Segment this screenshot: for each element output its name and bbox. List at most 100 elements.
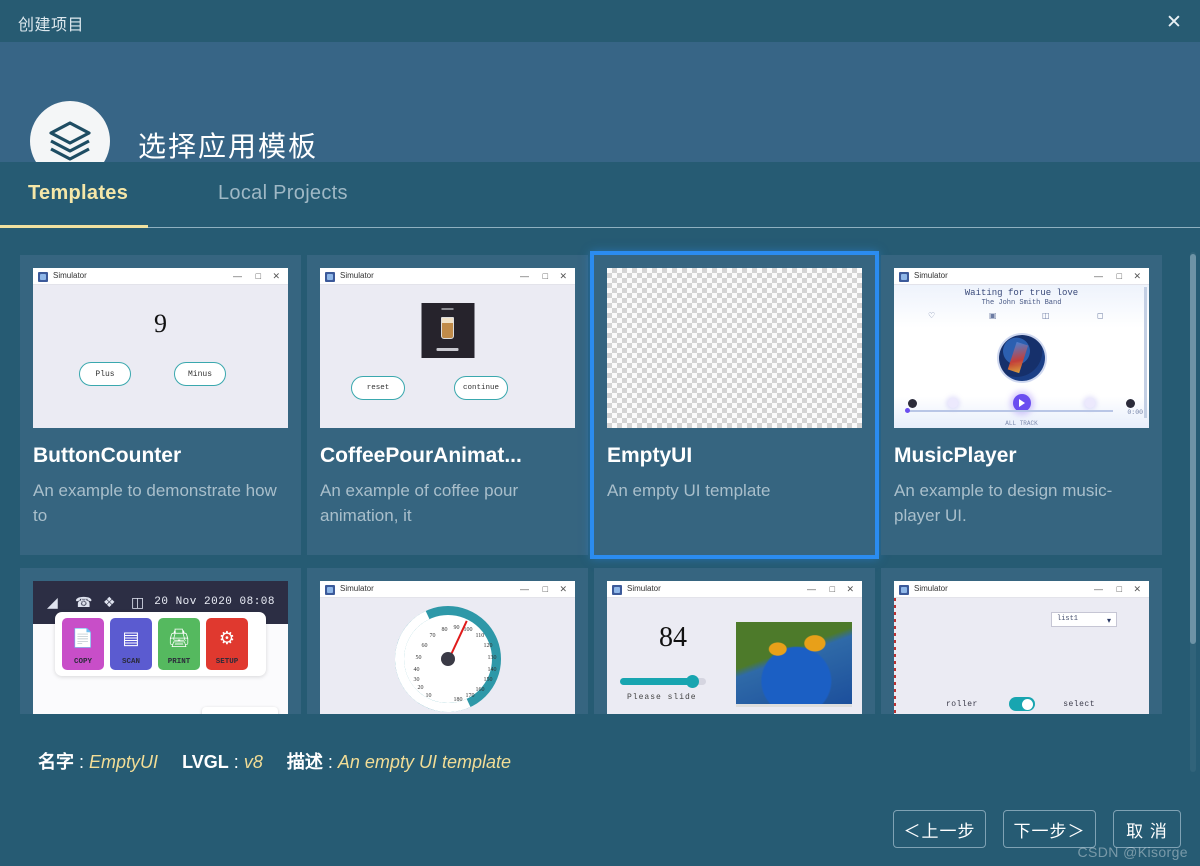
next-step-button[interactable]: 下一步＞ [1003, 810, 1096, 848]
counter-value: 9 [33, 309, 288, 339]
tab-templates[interactable]: Templates [28, 182, 128, 205]
close-icon: ✕ [559, 271, 567, 281]
slider-hint: Please slide [627, 693, 697, 702]
phone-icon: ☎ [75, 594, 92, 611]
template-thumbnail [607, 268, 862, 428]
simulator-app-icon [38, 272, 48, 282]
template-description: An empty UI template [607, 479, 862, 504]
left-edge-artifact [894, 598, 896, 714]
minus-button: Minus [174, 362, 226, 386]
dialog-header: 选择应用模板 [0, 42, 1200, 162]
simulator-app-icon [899, 585, 909, 595]
minimize-icon: — [233, 271, 242, 281]
toggle-switch [1009, 697, 1035, 711]
plus-button: Plus [79, 362, 131, 386]
simulator-title: Simulator [914, 584, 948, 593]
transparency-checkerboard [607, 268, 862, 428]
wifi-icon: ◢ [47, 594, 58, 611]
gauge-screen: 60 70 80 90 100 110 120 130 140 150 [320, 598, 575, 714]
eco-leaf-icon: ❖ [103, 594, 116, 611]
simulator-title-bar: Simulator — □ ✕ [33, 268, 288, 285]
template-card-printer[interactable]: ◢ ☎ ❖ ◫ 20 Nov 2020 08:08 📄 COPY [20, 568, 301, 714]
simulator-title: Simulator [914, 271, 948, 280]
simulator-title-bar: Simulator — □ ✕ [320, 268, 575, 285]
info-name-value: EmptyUI [89, 752, 158, 772]
simulator-body: list1 ▾ roller select [894, 598, 1149, 714]
template-card-slider[interactable]: Simulator — □ ✕ 84 Please slide [594, 568, 875, 714]
template-card-gauge[interactable]: Simulator — □ ✕ 60 70 80 [307, 568, 588, 714]
printer-screen: ◢ ☎ ❖ ◫ 20 Nov 2020 08:08 📄 COPY [33, 581, 288, 714]
music-player-screen: Waiting for true love The John Smith Ban… [894, 285, 1149, 428]
previous-icon [948, 398, 958, 408]
simulator-app-icon [325, 272, 335, 282]
template-thumbnail: Simulator — □ ✕ 84 Please slide [607, 581, 862, 714]
simulator-title-bar: Simulator — □ ✕ [894, 581, 1149, 598]
maximize-icon: □ [1117, 271, 1122, 281]
dropdown-value: list1 [1057, 615, 1078, 623]
info-lvgl-value: v8 [244, 752, 263, 772]
ink-level-box [202, 707, 278, 714]
template-name: CoffeePourAnimat... [320, 444, 575, 468]
minimize-icon: — [520, 271, 529, 281]
template-card-coffeepouranimation[interactable]: Simulator — □ ✕ reset continue [307, 255, 588, 555]
maximize-icon: □ [256, 271, 261, 281]
progress-bar [906, 410, 1113, 412]
simulator-body: Waiting for true love The John Smith Ban… [894, 285, 1149, 428]
simulator-app-icon [325, 585, 335, 595]
dropdown-list: list1 ▾ [1051, 612, 1117, 627]
info-colon: : [234, 752, 239, 772]
close-icon: ✕ [1133, 271, 1141, 281]
next-icon [1085, 398, 1095, 408]
artist-name: The John Smith Band [894, 299, 1149, 307]
scan-label: SCAN [110, 658, 152, 666]
maximize-icon: □ [543, 584, 548, 594]
template-name: EmptyUI [607, 444, 862, 468]
minimize-icon: — [1094, 584, 1103, 594]
slider-knob [686, 675, 699, 688]
slider-track [620, 678, 706, 685]
simulator-title: Simulator [53, 271, 87, 280]
track-label: ALL TRACK [894, 420, 1149, 427]
shuffle-icon [908, 399, 917, 408]
template-card-emptyui[interactable]: EmptyUI An empty UI template [594, 255, 875, 555]
coffee-cup-icon [441, 317, 454, 339]
simulator-app-icon [612, 585, 622, 595]
template-card-roller[interactable]: Simulator — □ ✕ list1 ▾ roller [881, 568, 1162, 714]
coffee-animation-box [421, 303, 474, 358]
lyrics-icon: ◫ [1042, 311, 1050, 320]
previous-step-button[interactable]: ＜上一步 [893, 810, 986, 848]
template-card-musicplayer[interactable]: Simulator — □ ✕ Waiting for true love Th… [881, 255, 1162, 555]
scrollbar-thumb[interactable] [1190, 254, 1196, 644]
template-description: An example to demonstrate how to [33, 479, 288, 528]
printer-function-panel: 📄 COPY ▤ SCAN 🖨 PRINT [55, 612, 266, 676]
gauge-dial: 60 70 80 90 100 110 120 130 140 150 [395, 606, 501, 712]
cancel-button[interactable]: 取 消 [1113, 810, 1181, 848]
printer-icon: 🖨 [158, 628, 200, 649]
template-thumbnail: ◢ ☎ ❖ ◫ 20 Nov 2020 08:08 📄 COPY [33, 581, 288, 714]
template-thumbnail: Simulator — □ ✕ 9 Plus Minus [33, 268, 288, 428]
simulator-app-icon [899, 272, 909, 282]
simulator-title: Simulator [340, 584, 374, 593]
tab-bar: Templates Local Projects [0, 162, 1200, 228]
template-scroll-area[interactable]: Simulator — □ ✕ 9 Plus Minus ButtonCount… [0, 228, 1200, 728]
reset-button: reset [351, 376, 405, 400]
close-x-icon[interactable]: ✕ [1158, 8, 1190, 36]
slider-screen: 84 Please slide [607, 598, 862, 714]
roller-screen: list1 ▾ roller select [894, 598, 1149, 714]
template-thumbnail: Simulator — □ ✕ 60 70 80 [320, 581, 575, 714]
page-title: 选择应用模板 [138, 125, 318, 165]
tab-local-projects[interactable]: Local Projects [218, 182, 348, 205]
minimize-icon: — [1094, 271, 1103, 281]
info-colon: : [79, 752, 84, 772]
roller-label: roller [946, 700, 978, 709]
info-colon: : [328, 752, 333, 772]
title-bar: 创建项目 ✕ [0, 0, 1200, 42]
simulator-body: reset continue [320, 285, 575, 428]
vertical-scrollbar [1144, 287, 1147, 418]
template-card-buttoncounter[interactable]: Simulator — □ ✕ 9 Plus Minus ButtonCount… [20, 255, 301, 555]
info-desc-label: 描述 [287, 752, 323, 772]
print-label: PRINT [158, 658, 200, 666]
info-desc-value: An empty UI template [338, 752, 511, 772]
template-description: An example to design music-player UI. [894, 479, 1149, 528]
setup-tile: ⚙ SETUP [206, 618, 248, 670]
